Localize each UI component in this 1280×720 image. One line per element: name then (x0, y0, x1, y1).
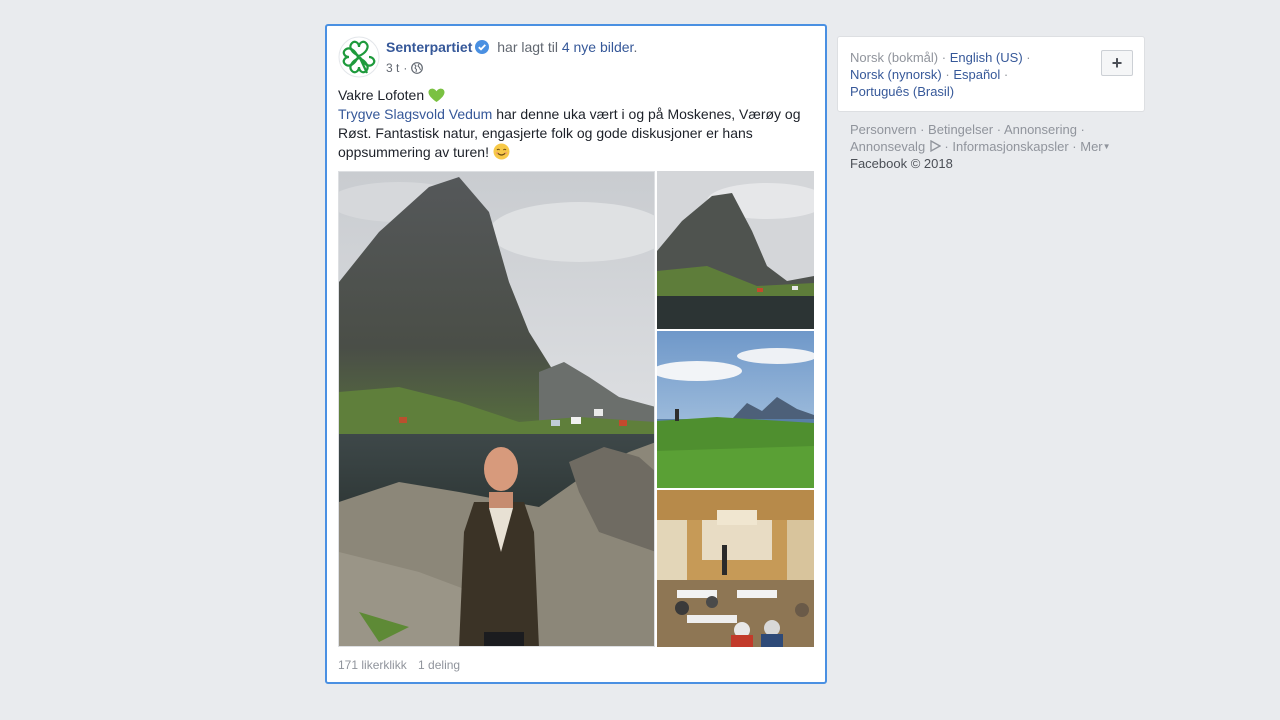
page-name-link[interactable]: Senterpartiet (386, 39, 472, 55)
photo-mountain-portrait-image (339, 172, 654, 646)
caret-down-icon[interactable]: ▼ (1103, 142, 1111, 151)
add-language-button[interactable]: + (1101, 50, 1133, 76)
language-norsk-nynorsk[interactable]: Norsk (nynorsk) (850, 67, 942, 82)
likes-count[interactable]: 171 likerklikk (338, 658, 407, 672)
post-header: Senterpartiet har lagt til 4 nye bilder. (386, 39, 637, 55)
photo-meeting-thumb[interactable] (657, 490, 814, 647)
photo-field-thumb[interactable] (657, 331, 814, 488)
language-english-us[interactable]: English (US) (950, 50, 1023, 65)
photo-mountain-portrait[interactable] (338, 171, 655, 647)
footer-link-betingelser[interactable]: Betingelser (928, 122, 993, 137)
photos-link[interactable]: 4 nye bilder (562, 39, 634, 55)
footer-link-mer[interactable]: Mer (1080, 139, 1102, 154)
post-text-first-line: Vakre Lofoten (338, 86, 814, 105)
ad-choices-icon[interactable] (929, 140, 941, 152)
globe-icon[interactable] (411, 62, 424, 74)
post-card: Senterpartiet har lagt til 4 nye bilder.… (325, 24, 827, 684)
header-period: . (633, 39, 638, 55)
post-text-title: Vakre Lofoten (338, 87, 425, 103)
smiling-face-icon (493, 143, 510, 160)
language-card: Norsk (bokmål) · English (US) · Norsk (n… (837, 36, 1145, 112)
shares-count[interactable]: 1 deling (418, 658, 460, 672)
post-timestamp[interactable]: 3 t (386, 61, 399, 75)
meta-separator: · (403, 61, 408, 75)
photo-meeting-thumb-image (657, 490, 814, 647)
current-language: Norsk (bokmål) (850, 50, 939, 65)
mention-link[interactable]: Trygve Slagsvold Vedum (338, 106, 492, 122)
language-list: Norsk (bokmål) · English (US) · Norsk (n… (850, 50, 1031, 99)
verified-badge-icon (475, 40, 490, 54)
footer-link-annonsering[interactable]: Annonsering (1004, 122, 1077, 137)
footer-links: Personvern · Betingelser · Annonsering ·… (850, 122, 1111, 171)
footer-link-informasjonskapsler[interactable]: Informasjonskapsler (952, 139, 1068, 154)
green-heart-icon (428, 88, 445, 102)
post-text: Vakre Lofoten Trygve Slagsvold Vedum har… (338, 86, 814, 162)
photo-mountain-thumb[interactable] (657, 171, 814, 329)
post-footer: 171 likerklikk 1 deling (338, 658, 460, 672)
clover-logo-icon (338, 36, 380, 78)
page-avatar[interactable] (338, 36, 380, 78)
post-meta: 3 t · (386, 61, 424, 75)
post-text-body: Trygve Slagsvold Vedum har denne uka vær… (338, 105, 814, 162)
language-espanol[interactable]: Español (953, 67, 1000, 82)
footer-link-annonsevalg[interactable]: Annonsevalg (850, 139, 925, 154)
photo-field-thumb-image (657, 331, 814, 488)
copyright: Facebook © 2018 (850, 156, 953, 171)
footer-link-personvern[interactable]: Personvern (850, 122, 916, 137)
language-portugues-brasil[interactable]: Português (Brasil) (850, 84, 954, 99)
post-action-text: har lagt til (497, 39, 558, 55)
photo-mountain-thumb-image (657, 171, 814, 329)
